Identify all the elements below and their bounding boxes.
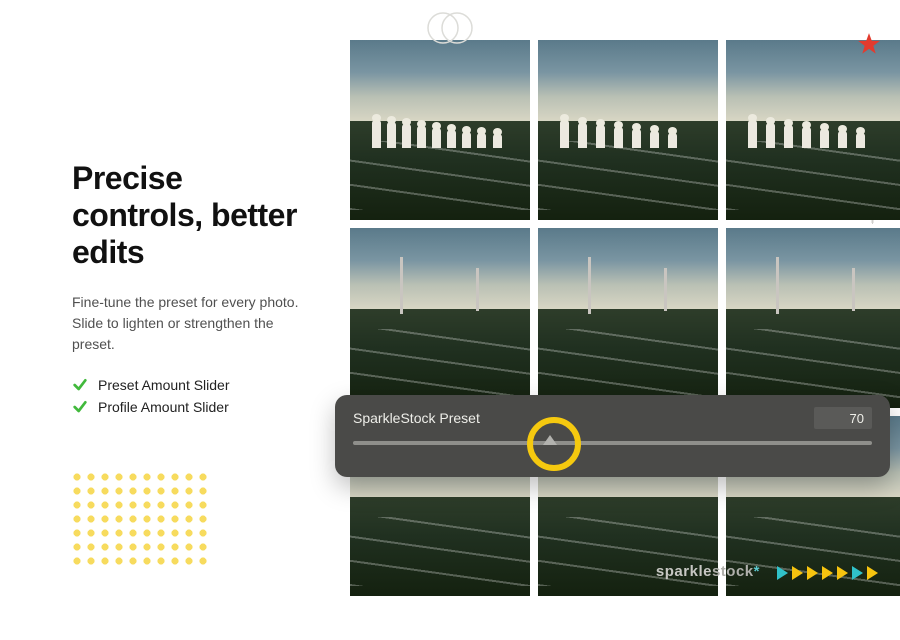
triangle-icon [792, 566, 803, 580]
dot-pattern [70, 470, 210, 570]
feature-label: Preset Amount Slider [98, 377, 230, 393]
slider-name: SparkleStock Preset [353, 410, 480, 426]
brand-part-1: sparkle [656, 563, 712, 580]
feature-item: Preset Amount Slider [72, 377, 310, 393]
headline: Precise controls, better edits [72, 160, 310, 270]
triangle-icon [807, 566, 818, 580]
triangle-icon [852, 566, 863, 580]
slider-value-input[interactable]: 70 [814, 407, 872, 429]
preview-thumb [350, 228, 530, 408]
slider-thumb[interactable] [543, 435, 557, 445]
triangle-row [777, 566, 878, 580]
triangle-icon [822, 566, 833, 580]
venn-icon [422, 10, 478, 51]
star-icon [856, 32, 882, 63]
triangle-icon [837, 566, 848, 580]
triangle-icon [867, 566, 878, 580]
triangle-icon [777, 566, 788, 580]
preview-thumb [538, 228, 718, 408]
feature-label: Profile Amount Slider [98, 399, 229, 415]
feature-list: Preset Amount Slider Profile Amount Slid… [72, 377, 310, 421]
check-icon [72, 377, 88, 393]
preset-slider-panel: SparkleStock Preset 70 [335, 395, 890, 477]
preview-thumb [538, 40, 718, 220]
check-icon [72, 399, 88, 415]
preview-grid [350, 40, 900, 596]
brand-part-2: stock [712, 563, 754, 580]
subheadline: Fine-tune the preset for every photo. Sl… [72, 292, 310, 355]
brand-logo: sparklestock* [656, 563, 760, 580]
preview-thumb [726, 40, 900, 220]
preview-thumb [726, 228, 900, 408]
feature-item: Profile Amount Slider [72, 399, 310, 415]
preview-thumb [350, 40, 530, 220]
slider-track[interactable] [353, 441, 872, 445]
